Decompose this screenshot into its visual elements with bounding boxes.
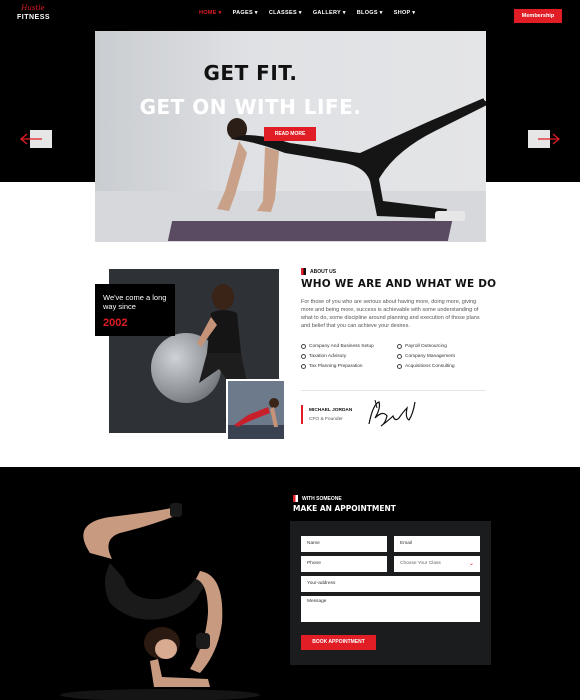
feature-item: Company Management — [397, 354, 486, 359]
name-field[interactable]: Name — [301, 536, 387, 552]
about-small-image — [226, 379, 286, 441]
feature-label: Company Management — [405, 354, 455, 359]
pushup-athlete — [228, 381, 284, 439]
feature-label: Acquisitions Consulting — [405, 364, 455, 369]
check-circle-icon — [301, 364, 306, 369]
about-divider — [301, 390, 486, 391]
tag-mark-icon — [293, 495, 298, 502]
feature-item: Company And Business Setup — [301, 344, 397, 349]
logo-script: Hustle — [21, 4, 45, 12]
arrow-right-icon — [538, 133, 560, 145]
email-field[interactable]: Email — [394, 536, 480, 552]
feature-item: Payroll Outsourcing — [397, 344, 486, 349]
feature-label: Taxation Advisory — [309, 354, 347, 359]
feature-label: Company And Business Setup — [309, 344, 374, 349]
site-logo[interactable]: Hustle FITNESS — [17, 4, 51, 26]
about-tag-label: ABOUT US — [310, 268, 337, 275]
check-circle-icon — [397, 354, 402, 359]
tag-mark-icon — [301, 268, 306, 275]
nav-pages[interactable]: PAGES ▾ — [233, 10, 258, 16]
class-select[interactable]: Choose Your Class ⌄ — [394, 556, 480, 572]
feature-label: Tax Planning Preparation — [309, 364, 363, 369]
main-nav: HOME ▾ PAGES ▾ CLASSES ▾ GALLERY ▾ BLOGS… — [199, 10, 415, 16]
check-circle-icon — [301, 354, 306, 359]
signer-accent-bar — [301, 405, 303, 424]
book-appointment-button[interactable]: BOOK APPOINTMENT — [301, 635, 376, 650]
class-select-value: Choose Your Class — [400, 561, 441, 566]
check-circle-icon — [397, 344, 402, 349]
feature-item: Taxation Advisory — [301, 354, 397, 359]
since-year: 2002 — [103, 317, 128, 329]
hero-title-line2: GET ON WITH LIFE. — [139, 95, 362, 119]
site-header: Hustle FITNESS HOME ▾ PAGES ▾ CLASSES ▾ … — [0, 0, 580, 31]
about-title: WHO WE ARE AND WHAT WE DO — [301, 278, 497, 290]
check-circle-icon — [397, 364, 402, 369]
feature-label: Payroll Outsourcing — [405, 344, 447, 349]
page: Hustle FITNESS HOME ▾ PAGES ▾ CLASSES ▾ … — [0, 0, 580, 700]
nav-home[interactable]: HOME ▾ — [199, 10, 222, 16]
since-line1: We've come a long — [103, 293, 167, 302]
hero-slide: GET FIT. GET ON WITH LIFE. READ MORE — [95, 31, 486, 242]
signer-role: CFO & Founder — [309, 417, 343, 422]
since-badge: We've come a long way since 2002 — [95, 284, 175, 336]
address-field[interactable]: Your-address — [301, 576, 480, 592]
appointment-form: Name Email Phone Choose Your Class ⌄ You… — [290, 521, 491, 665]
nav-shop[interactable]: SHOP ▾ — [394, 10, 416, 16]
feature-item: Acquisitions Consulting — [397, 364, 486, 369]
phone-field[interactable]: Phone — [301, 556, 387, 572]
gymnast-image — [60, 503, 260, 700]
slider-next-button[interactable] — [528, 130, 560, 148]
arrow-left-icon — [20, 133, 42, 145]
feature-item: Tax Planning Preparation — [301, 364, 397, 369]
about-description: For those of you who are serious about h… — [301, 299, 480, 329]
since-line2: way since — [103, 302, 136, 311]
logo-word: FITNESS — [17, 14, 51, 21]
about-tag: ABOUT US — [301, 268, 336, 275]
nav-gallery[interactable]: GALLERY ▾ — [313, 10, 346, 16]
appointment-tag-label: WITH SOMEONE — [302, 495, 342, 502]
appointment-tag: WITH SOMEONE — [293, 495, 342, 502]
slider-prev-button[interactable] — [20, 130, 52, 148]
read-more-button[interactable]: READ MORE — [264, 127, 316, 141]
signature-image — [368, 399, 416, 427]
chevron-down-icon: ⌄ — [468, 561, 474, 567]
nav-blogs[interactable]: BLOGS ▾ — [357, 10, 383, 16]
hero-title-line1: GET FIT. — [203, 61, 298, 85]
feature-list: Company And Business Setup Payroll Outso… — [301, 344, 486, 369]
membership-button[interactable]: Membership — [514, 9, 562, 23]
check-circle-icon — [301, 344, 306, 349]
signer-name: MICHAEL JORDAN — [309, 408, 353, 413]
message-field[interactable]: Message — [301, 596, 480, 622]
nav-classes[interactable]: CLASSES ▾ — [269, 10, 302, 16]
appointment-title: MAKE AN APPOINTMENT — [293, 504, 396, 513]
